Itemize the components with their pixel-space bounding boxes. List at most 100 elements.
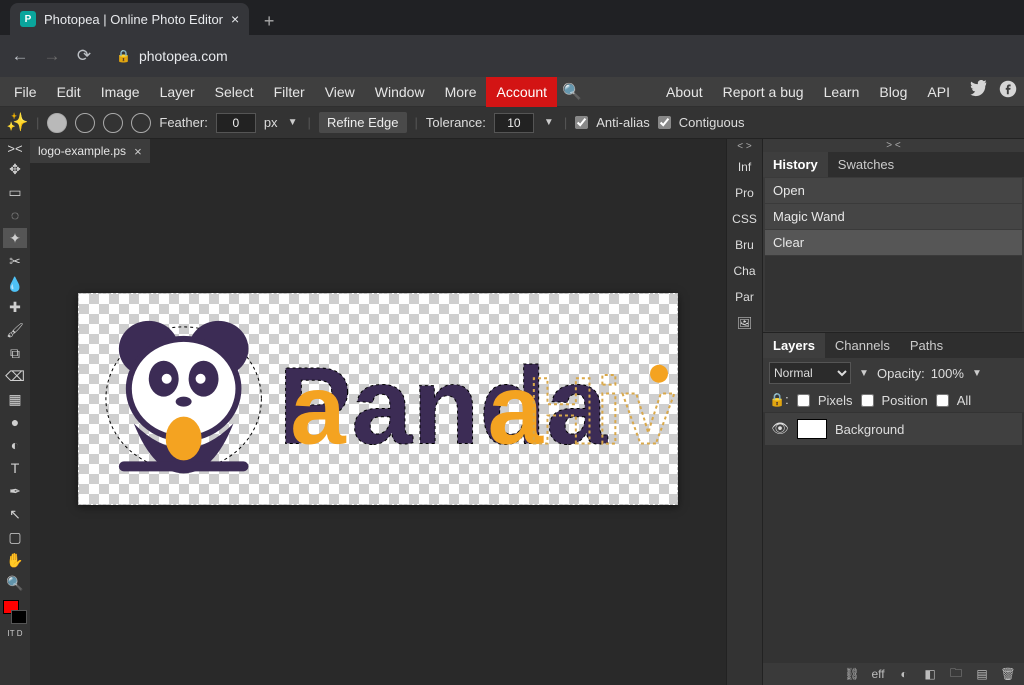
blur-tool[interactable]: ● (3, 412, 27, 432)
layer-mask-icon[interactable]: ◧ (922, 667, 938, 681)
reload-button[interactable]: ⟳ (74, 46, 94, 66)
menu-api[interactable]: API (917, 77, 960, 107)
mini-panel-handle[interactable]: < > (737, 139, 751, 154)
tab-history[interactable]: History (763, 152, 828, 177)
mini-panel-column: < > Inf Pro CSS Bru Cha Par 🖼 (726, 139, 762, 685)
blend-dropdown-icon[interactable]: ▼ (857, 366, 871, 380)
facebook-icon[interactable] (996, 80, 1020, 103)
tab-swatches[interactable]: Swatches (828, 152, 904, 177)
hand-tool[interactable]: ✋ (3, 550, 27, 570)
menu-more[interactable]: More (435, 77, 487, 107)
menu-learn[interactable]: Learn (814, 77, 870, 107)
selection-new-icon[interactable] (47, 113, 67, 133)
adjustment-layer-icon[interactable]: ◐ (896, 667, 912, 681)
tab-layers[interactable]: Layers (763, 333, 825, 358)
history-item-magic-wand[interactable]: Magic Wand (765, 204, 1022, 229)
color-swatches[interactable] (3, 600, 27, 624)
move-tool[interactable]: ✥ (3, 159, 27, 179)
pen-tool[interactable]: ✒ (3, 481, 27, 501)
new-tab-button[interactable]: + (255, 7, 283, 35)
visibility-icon[interactable]: 👁 (771, 420, 789, 438)
canvas-viewport[interactable]: Panda a a Hive (30, 163, 726, 685)
canvas[interactable]: Panda a a Hive (78, 293, 678, 505)
path-select-tool[interactable]: ↖ (3, 504, 27, 524)
layer-row[interactable]: 👁 Background (765, 413, 1022, 445)
layer-list: 👁 Background (763, 412, 1024, 663)
stamp-tool[interactable]: ⧉ (3, 343, 27, 363)
mini-properties[interactable]: Pro (727, 180, 763, 206)
panel-handle[interactable]: > < (763, 139, 1024, 152)
tab-channels[interactable]: Channels (825, 333, 900, 358)
contiguous-checkbox[interactable] (658, 116, 671, 129)
forward-button[interactable]: → (42, 46, 62, 66)
delete-layer-icon[interactable]: 🗑 (1000, 667, 1016, 681)
menu-report[interactable]: Report a bug (713, 77, 814, 107)
menu-about[interactable]: About (656, 77, 713, 107)
magic-wand-tool[interactable]: ✦ (3, 228, 27, 248)
type-tool[interactable]: T (3, 458, 27, 478)
eyedropper-tool[interactable]: 💧 (3, 274, 27, 294)
mini-paragraph[interactable]: Par (727, 284, 763, 310)
new-folder-icon[interactable]: 🗀 (948, 664, 964, 685)
selection-intersect-icon[interactable] (131, 113, 151, 133)
mini-brush[interactable]: Bru (727, 232, 763, 258)
mini-image-icon[interactable]: 🖼 (727, 310, 763, 336)
feather-dropdown[interactable]: ▼ (286, 116, 300, 130)
back-button[interactable]: ← (10, 46, 30, 66)
opacity-value[interactable]: 100% (931, 366, 964, 381)
document-tab[interactable]: logo-example.ps × (30, 139, 150, 163)
refine-edge-button[interactable]: Refine Edge (319, 112, 407, 133)
layer-name[interactable]: Background (835, 422, 904, 437)
brush-tool[interactable]: 🖌 (3, 320, 27, 340)
mini-character[interactable]: Cha (727, 258, 763, 284)
menu-file[interactable]: File (4, 77, 47, 107)
gradient-tool[interactable]: ▦ (3, 389, 27, 409)
zoom-tool[interactable]: 🔍 (3, 573, 27, 593)
history-item-open[interactable]: Open (765, 178, 1022, 203)
menu-image[interactable]: Image (91, 77, 150, 107)
tolerance-dropdown[interactable]: ▼ (542, 116, 556, 130)
healing-tool[interactable]: ✚ (3, 297, 27, 317)
close-document-icon[interactable]: × (134, 144, 142, 159)
opacity-dropdown-icon[interactable]: ▼ (970, 366, 984, 380)
link-layers-icon[interactable]: ⛓ (844, 667, 860, 681)
menu-edit[interactable]: Edit (47, 77, 91, 107)
history-item-clear[interactable]: Clear (765, 230, 1022, 255)
mini-info[interactable]: Inf (727, 154, 763, 180)
lasso-tool[interactable]: ◌ (3, 205, 27, 225)
lock-pixels-checkbox[interactable] (797, 394, 810, 407)
menu-view[interactable]: View (315, 77, 365, 107)
marquee-tool[interactable]: ▭ (3, 182, 27, 202)
dodge-tool[interactable]: ◐ (3, 435, 27, 455)
mini-css[interactable]: CSS (727, 206, 763, 232)
menu-layer[interactable]: Layer (150, 77, 205, 107)
twitter-icon[interactable] (966, 80, 990, 103)
menu-select[interactable]: Select (205, 77, 264, 107)
close-icon[interactable]: × (231, 11, 239, 27)
crop-tool[interactable]: ✂ (3, 251, 27, 271)
tolerance-input[interactable] (494, 113, 534, 133)
menu-blog[interactable]: Blog (869, 77, 917, 107)
menu-filter[interactable]: Filter (264, 77, 315, 107)
browser-tab[interactable]: P Photopea | Online Photo Editor × (10, 3, 249, 35)
lock-all-checkbox[interactable] (936, 394, 949, 407)
selection-subtract-icon[interactable] (103, 113, 123, 133)
background-color[interactable] (11, 610, 27, 624)
new-layer-icon[interactable]: ▤ (974, 667, 990, 681)
selection-add-icon[interactable] (75, 113, 95, 133)
magic-wand-icon[interactable]: ✨ (6, 112, 28, 134)
layer-effects-button[interactable]: eff (870, 667, 886, 681)
layer-thumbnail[interactable] (797, 419, 827, 439)
lock-position-checkbox[interactable] (861, 394, 874, 407)
url-field[interactable]: 🔒 photopea.com (116, 48, 228, 64)
feather-input[interactable] (216, 113, 256, 133)
eraser-tool[interactable]: ⌫ (3, 366, 27, 386)
toolbox-handle[interactable]: >< (7, 141, 22, 156)
antialias-checkbox[interactable] (575, 116, 588, 129)
blend-mode-select[interactable]: Normal (769, 362, 851, 384)
menu-window[interactable]: Window (365, 77, 435, 107)
tab-paths[interactable]: Paths (900, 333, 953, 358)
menu-account[interactable]: Account (486, 77, 557, 107)
search-icon[interactable]: 🔍 (557, 82, 587, 102)
shape-tool[interactable]: ▢ (3, 527, 27, 547)
